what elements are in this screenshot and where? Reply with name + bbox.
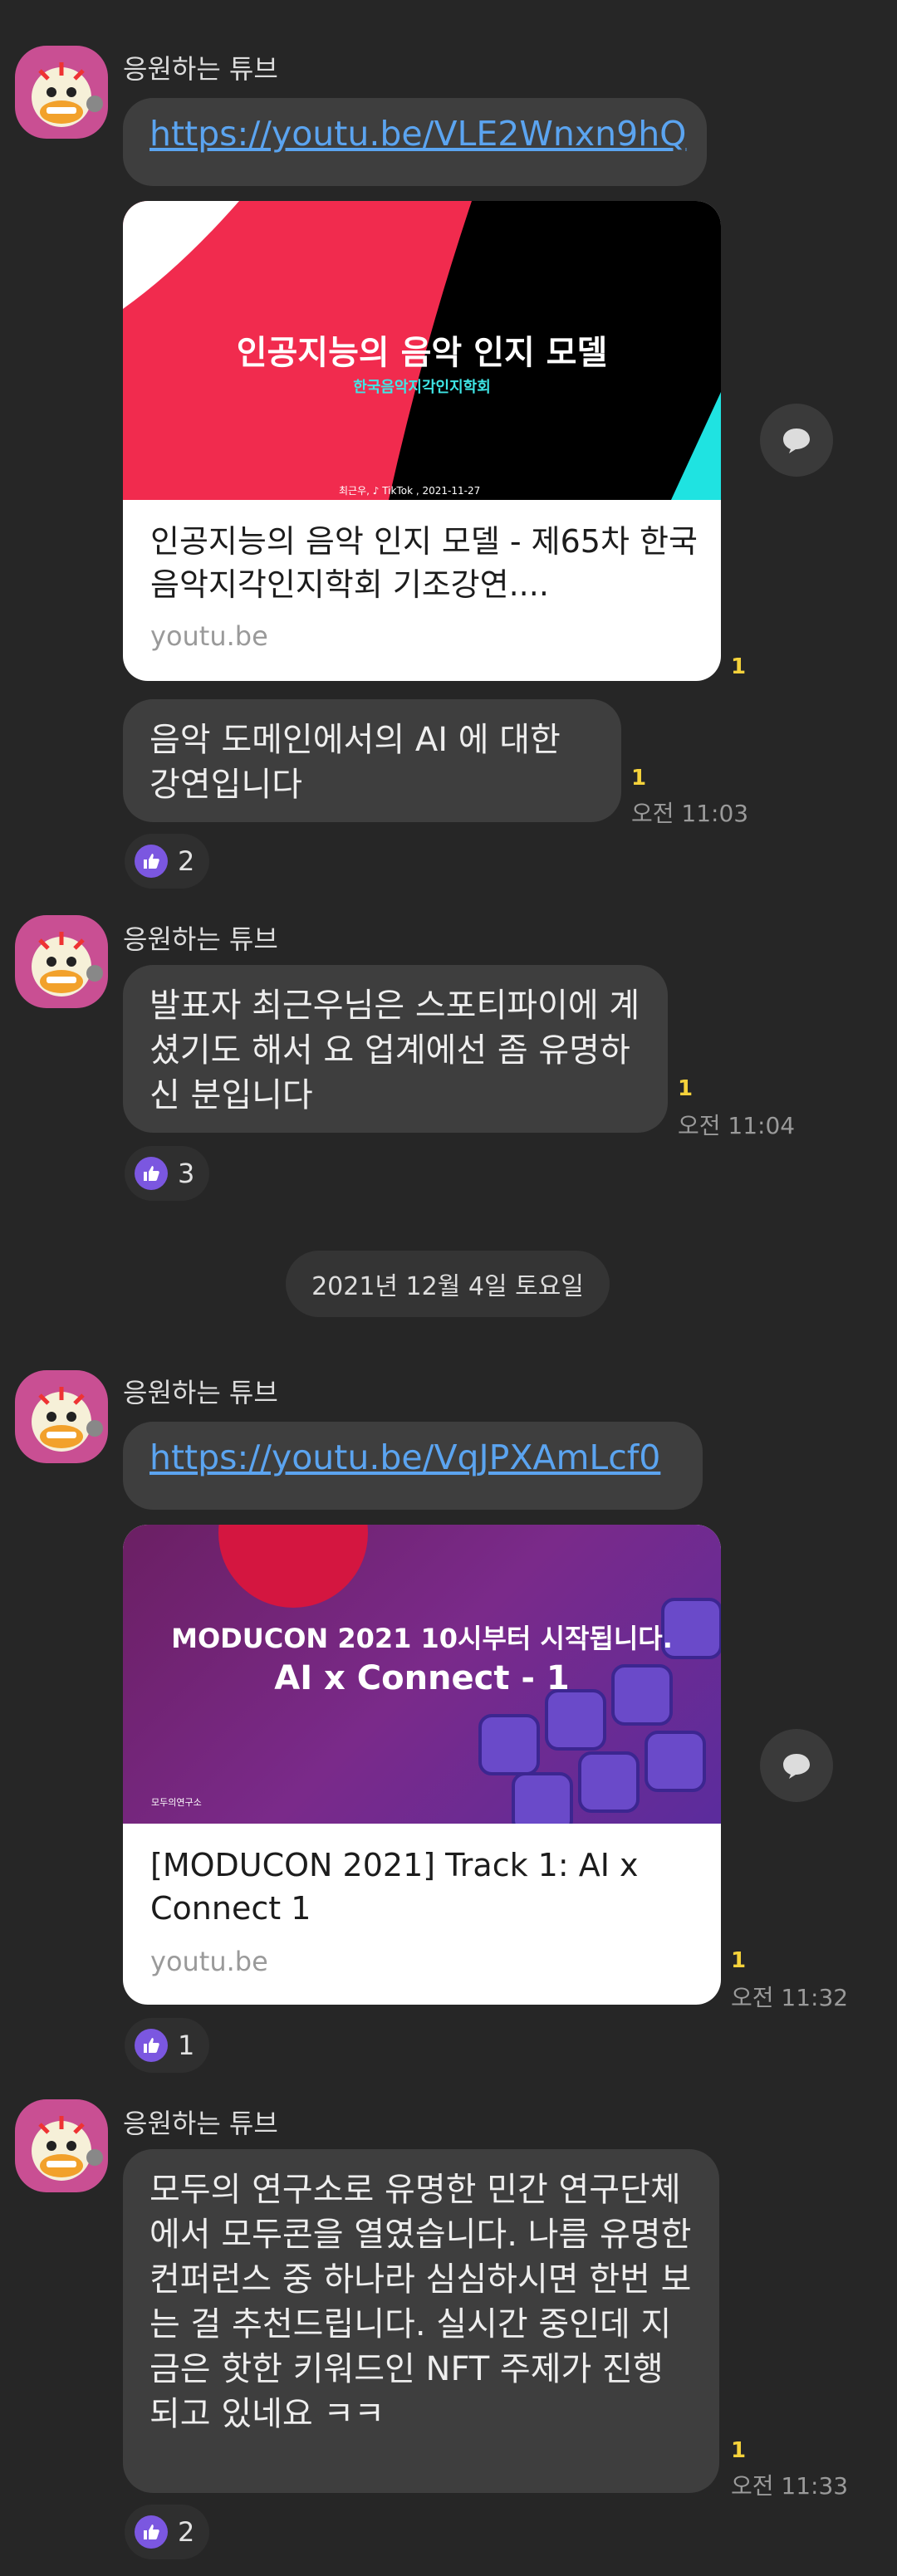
thumbs-up-icon <box>135 845 168 878</box>
unread-count: 1 <box>678 1076 694 1101</box>
message-time: 오전 11:33 <box>731 2472 849 2500</box>
reaction-badge[interactable]: 3 <box>125 1146 210 1201</box>
card-domain: youtu.be <box>150 620 268 652</box>
share-button[interactable] <box>760 1729 833 1802</box>
reaction-badge[interactable]: 2 <box>125 834 210 889</box>
speech-bubble-share-icon <box>783 1754 810 1779</box>
message-time: 오전 11:03 <box>631 800 749 827</box>
message-text: 발표자 최근우님은 스포티파이에 계셨기도 해서 요 업계에선 좀 유명하신 분… <box>150 987 640 1114</box>
message-text: 음악 도메인에서의 AI 에 대한 강연입니다 <box>150 721 561 804</box>
tube-character-avatar-icon <box>32 2116 103 2181</box>
sender-avatar[interactable] <box>15 915 108 1008</box>
sender-name: 응원하는 튜브 <box>123 1377 278 1408</box>
reaction-badge[interactable]: 2 <box>125 2505 210 2559</box>
reaction-badge[interactable]: 1 <box>125 2018 210 2073</box>
text-message-bubble[interactable]: 음악 도메인에서의 AI 에 대한 강연입니다 <box>123 699 621 822</box>
reaction-count: 1 <box>178 2030 195 2061</box>
sender-name: 응원하는 튜브 <box>123 2108 278 2139</box>
card-domain: youtu.be <box>150 1946 268 1977</box>
message-time: 오전 11:32 <box>731 1984 849 2011</box>
sender-name: 응원하는 튜브 <box>123 923 278 955</box>
link-preview-card[interactable]: MODUCON 2021 10시부터 시작됩니다. AI x Connect -… <box>123 1525 721 2005</box>
sender-name: 응원하는 튜브 <box>123 53 278 85</box>
reaction-count: 2 <box>178 2516 195 2548</box>
tube-character-avatar-icon <box>32 932 103 997</box>
sender-avatar[interactable] <box>15 2099 108 2192</box>
thumbnail-logo: 모두의연구소 <box>151 1797 202 1808</box>
card-title: [MODUCON 2021] Track 1: AI x Connect 1 <box>150 1847 639 1927</box>
speech-bubble-share-icon <box>783 429 810 453</box>
thumbs-up-icon <box>135 1157 168 1190</box>
tube-character-avatar-icon <box>32 62 103 127</box>
unread-count: 1 <box>731 1948 747 1973</box>
unread-count: 1 <box>631 766 647 791</box>
sender-avatar[interactable] <box>15 1370 108 1463</box>
share-button[interactable] <box>760 404 833 477</box>
message-text: 모두의 연구소로 유명한 민간 연구단체에서 모두콘을 열였습니다. 나름 유명… <box>150 2171 692 2433</box>
unread-count: 1 <box>731 654 747 679</box>
thumbnail-title: 인공지능의 음악 인지 모델 <box>236 334 608 372</box>
video-thumbnail[interactable]: 인공지능의 음악 인지 모델 한국음악지각인지학회 최근우, ♪ TikTok … <box>123 201 721 500</box>
message-time: 오전 11:04 <box>678 1112 796 1139</box>
unread-count: 1 <box>731 2438 747 2463</box>
youtube-link[interactable]: https://youtu.be/VqJPXAmLcf0 <box>150 1437 660 1477</box>
text-message-bubble[interactable]: 모두의 연구소로 유명한 민간 연구단체에서 모두콘을 열였습니다. 나름 유명… <box>123 2149 719 2493</box>
thumbs-up-icon <box>135 2029 168 2062</box>
date-divider: 2021년 12월 4일 토요일 <box>286 1251 610 1317</box>
video-thumbnail[interactable]: MODUCON 2021 10시부터 시작됩니다. AI x Connect -… <box>123 1525 721 1824</box>
thumbs-up-icon <box>135 2515 168 2549</box>
thumbnail-footer: 최근우, ♪ TikTok , 2021-11-27 <box>339 485 481 497</box>
link-preview-card[interactable]: 인공지능의 음악 인지 모델 한국음악지각인지학회 최근우, ♪ TikTok … <box>123 201 721 681</box>
thumbnail-subtitle: AI x Connect - 1 <box>274 1659 570 1697</box>
thumbnail-title: MODUCON 2021 10시부터 시작됩니다. <box>171 1623 673 1654</box>
card-title: 인공지능의 음악 인지 모델 - 제65차 한국음악지각인지학회 기조강연...… <box>150 523 698 603</box>
sender-avatar[interactable] <box>15 46 108 139</box>
text-message-bubble[interactable]: 발표자 최근우님은 스포티파이에 계셨기도 해서 요 업계에선 좀 유명하신 분… <box>123 965 668 1133</box>
thumbnail-subtitle: 한국음악지각인지학회 <box>353 379 491 396</box>
reaction-count: 2 <box>178 845 195 877</box>
youtube-link[interactable]: https://youtu.be/VLE2Wnxn9hQ <box>150 114 686 154</box>
tube-character-avatar-icon <box>32 1387 103 1452</box>
link-message-bubble[interactable]: https://youtu.be/VLE2Wnxn9hQ <box>123 98 707 186</box>
reaction-count: 3 <box>178 1158 195 1189</box>
link-message-bubble[interactable]: https://youtu.be/VqJPXAmLcf0 <box>123 1422 703 1510</box>
